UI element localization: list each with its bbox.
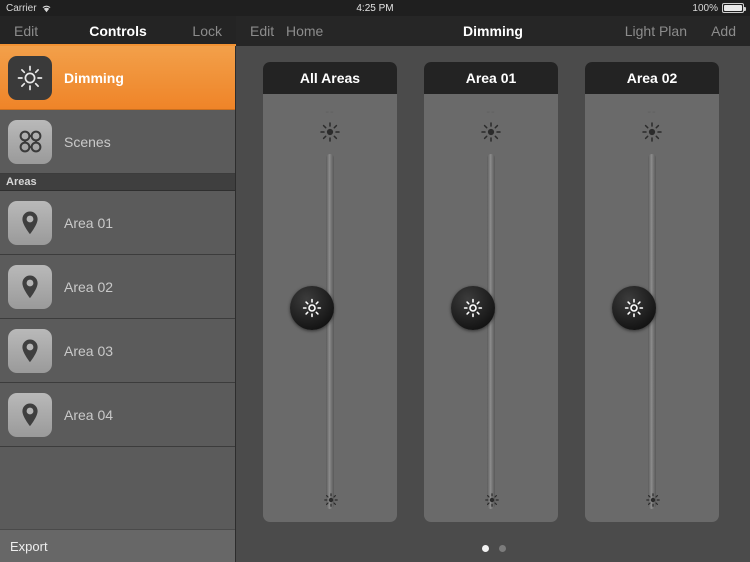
status-bar-right: 100% [692, 2, 746, 14]
location-pin-icon [8, 264, 52, 309]
location-pin-icon [8, 392, 52, 437]
light-plan-button[interactable]: Light Plan [625, 16, 687, 46]
dimmer-value: -- [486, 106, 496, 118]
sun-dim-icon [324, 493, 338, 512]
dimmer-value: -- [325, 106, 335, 118]
sidebar-section-header: Areas [0, 174, 235, 191]
navigation-bar: Edit Controls Lock Edit Home Dimming Lig… [0, 16, 750, 46]
panel-title: All Areas [299, 70, 361, 86]
sun-bright-icon [642, 122, 662, 147]
panel-title: Area 01 [465, 70, 517, 86]
add-button[interactable]: Add [711, 16, 736, 46]
page-dot-2[interactable] [498, 545, 506, 552]
sidebar-item-label: Area 01 [64, 214, 114, 231]
sun-bright-icon [320, 122, 340, 147]
panel-header: Area 02 [585, 62, 719, 94]
sidebar-item-scenes[interactable]: Scenes [0, 110, 235, 174]
sidebar-item-area-02[interactable]: Area 02 [0, 255, 235, 319]
dimmer-slider-thumb[interactable] [612, 286, 656, 330]
sidebar-item-area-01[interactable]: Area 01 [0, 191, 235, 255]
sidebar-item-area-04[interactable]: Area 04 [0, 383, 235, 447]
dimmer-slider-track[interactable] [487, 154, 495, 509]
dimmer-panel-area-01: Area 01 -- [424, 62, 558, 522]
panel-body: -- [585, 94, 719, 522]
dimmer-value: -- [647, 106, 657, 118]
main-content: All Areas -- Area 01 -- Area 02 -- [237, 46, 750, 562]
sun-icon [302, 298, 322, 318]
sidebar-item-label: Dimming [64, 69, 124, 86]
sidebar-item-label: Area 03 [64, 342, 114, 359]
panel-title: Area 02 [626, 70, 678, 86]
page-dot-1[interactable] [481, 545, 489, 552]
dimmer-slider-track[interactable] [326, 154, 334, 509]
sun-dim-icon [485, 493, 499, 512]
sun-icon [8, 55, 52, 100]
lock-button[interactable]: Lock [192, 16, 222, 46]
status-bar: Carrier 4:25 PM 100% [0, 0, 750, 16]
page-indicator [237, 545, 750, 552]
dimmer-slider-thumb[interactable] [451, 286, 495, 330]
dimmer-panel-all-areas: All Areas -- [263, 62, 397, 522]
battery-full-icon [722, 3, 746, 13]
status-bar-clock: 4:25 PM [356, 2, 394, 14]
app-root: Carrier 4:25 PM 100% Edit Controls Lock … [0, 0, 750, 562]
location-pin-icon [8, 200, 52, 245]
export-label: Export [10, 538, 48, 554]
export-button[interactable]: Export [0, 529, 235, 562]
nav-left-section: Edit Controls Lock [0, 16, 236, 46]
panel-body: -- [263, 94, 397, 522]
panel-header: All Areas [263, 62, 397, 94]
sidebar-item-label: Area 04 [64, 406, 114, 423]
battery-percent-label: 100% [692, 2, 718, 14]
sidebar-item-dimming[interactable]: Dimming [0, 46, 235, 110]
sun-icon [463, 298, 483, 318]
sidebar-item-label: Scenes [64, 133, 111, 150]
dimmer-slider-thumb[interactable] [290, 286, 334, 330]
location-pin-icon [8, 328, 52, 373]
panel-header: Area 01 [424, 62, 558, 94]
sidebar-item-area-03[interactable]: Area 03 [0, 319, 235, 383]
scenes-grid-icon [8, 119, 52, 164]
sidebar-item-label: Area 02 [64, 278, 114, 295]
sidebar-empty-space [0, 447, 235, 515]
sun-dim-icon [646, 493, 660, 512]
sun-icon [624, 298, 644, 318]
dimmer-panel-area-02: Area 02 -- [585, 62, 719, 522]
nav-right-section: Edit Home Dimming Light Plan Add [236, 16, 750, 46]
dimmer-slider-track[interactable] [648, 154, 656, 509]
panel-body: -- [424, 94, 558, 522]
sun-bright-icon [481, 122, 501, 147]
sidebar: Dimming Scenes Areas Area 01 Area 02 Are… [0, 46, 236, 562]
